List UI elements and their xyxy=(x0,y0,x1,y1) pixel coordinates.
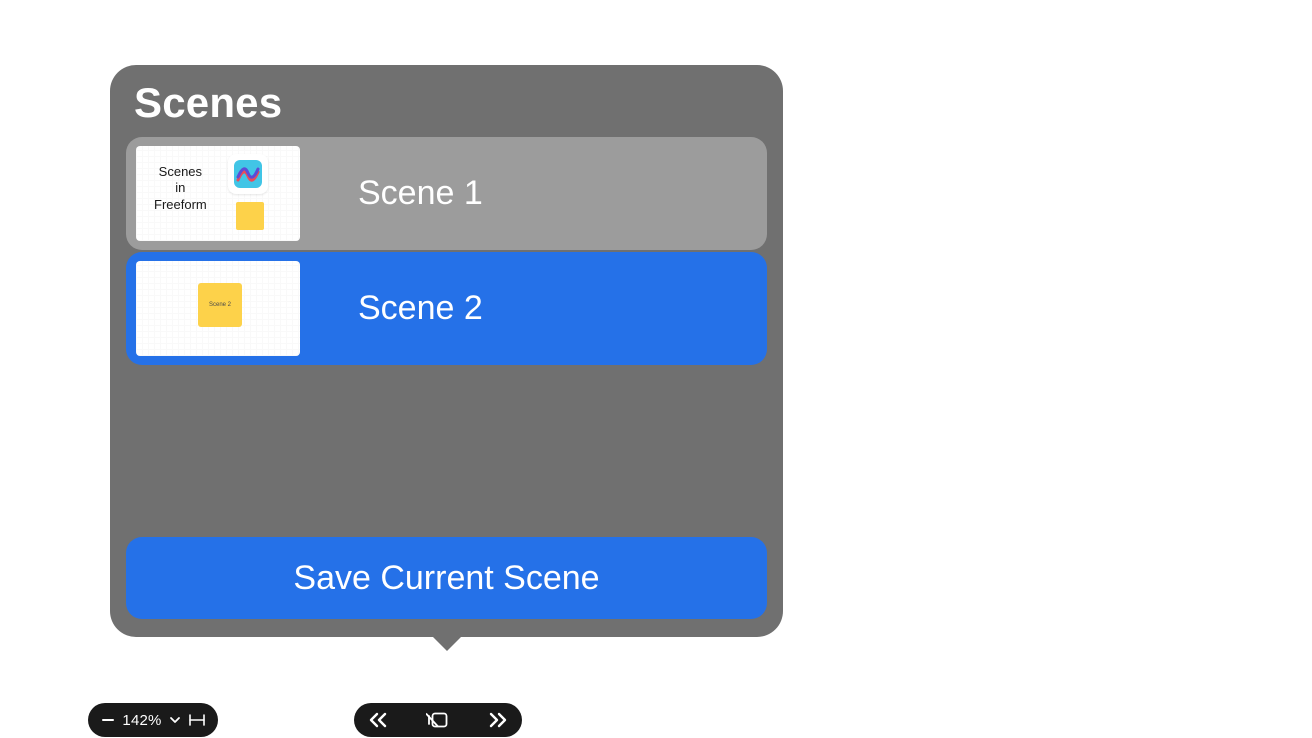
chevron-double-left-icon xyxy=(367,711,389,729)
fit-width-icon xyxy=(188,713,206,727)
next-scene-button[interactable] xyxy=(484,711,512,729)
zoom-dropdown-button[interactable] xyxy=(168,714,182,726)
freeform-app-icon xyxy=(228,154,268,194)
thumbnail-sticky-note: Scene 2 xyxy=(198,283,242,327)
scene-thumbnail-1: Scenes in Freeform xyxy=(136,146,300,241)
zoom-out-button[interactable] xyxy=(100,713,116,727)
zoom-fit-button[interactable] xyxy=(188,713,206,727)
save-current-scene-button[interactable]: Save Current Scene xyxy=(126,537,767,619)
scenes-popover-title: Scenes xyxy=(134,79,767,127)
previous-scene-button[interactable] xyxy=(364,711,392,729)
chevron-double-right-icon xyxy=(487,711,509,729)
minus-icon xyxy=(101,713,115,727)
zoom-control: 142% xyxy=(88,703,218,737)
scene-navigator xyxy=(354,703,522,737)
scene-list: Scenes in Freeform Scene 1 Scene 2 Scene… xyxy=(126,137,767,365)
thumbnail-text: Scenes in Freeform xyxy=(154,164,207,213)
spacer xyxy=(126,365,767,537)
scene-item-1[interactable]: Scenes in Freeform Scene 1 xyxy=(126,137,767,250)
popover-pointer xyxy=(431,635,463,651)
scene-label: Scene 1 xyxy=(358,174,483,213)
thumbnail-sticky-note xyxy=(236,202,264,230)
scene-thumbnail-2: Scene 2 xyxy=(136,261,300,356)
scene-label: Scene 2 xyxy=(358,289,483,328)
scenes-navigator-button[interactable] xyxy=(424,710,452,730)
scene-item-2[interactable]: Scene 2 Scene 2 xyxy=(126,252,767,365)
chevron-down-icon xyxy=(169,714,181,726)
scenes-icon xyxy=(426,710,450,730)
scenes-popover: Scenes Scenes in Freeform Scene 1 xyxy=(110,65,783,637)
zoom-value: 142% xyxy=(122,712,161,729)
